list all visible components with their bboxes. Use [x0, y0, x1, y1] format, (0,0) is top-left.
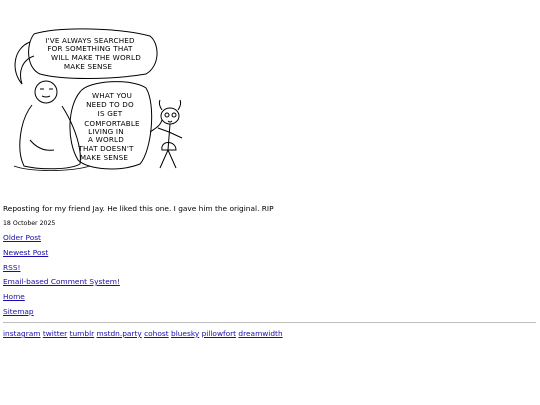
- rss-link[interactable]: RSS!: [3, 263, 20, 273]
- speech-bubble-left-tail: [14, 41, 35, 85]
- bubble-right-line-3: IS GET: [98, 109, 123, 118]
- home-link[interactable]: Home: [3, 292, 25, 302]
- bubble-right-line-1: WHAT YOU: [92, 91, 132, 100]
- bubble-right-line-8: MAKE SENSE: [80, 153, 129, 162]
- bubble-right-line-2: NEED TO DO: [86, 100, 134, 109]
- comic-image: I'VE ALWAYS SEARCHED FOR SOMETHING THAT …: [13, 28, 183, 171]
- bubble-right-line-7: THAT DOESN'T: [77, 144, 134, 153]
- social-link-cohost[interactable]: cohost: [144, 329, 169, 338]
- post-date: 18 October 2025: [3, 220, 56, 227]
- comment-system-link[interactable]: Email-based Comment System!: [3, 277, 120, 287]
- sitemap-link[interactable]: Sitemap: [3, 307, 34, 317]
- social-link-twitter[interactable]: twitter: [43, 329, 67, 338]
- social-link-tumblr[interactable]: tumblr: [70, 329, 95, 338]
- bubble-right-line-6: A WORLD: [88, 135, 124, 144]
- footer-divider: [3, 322, 536, 323]
- bubble-left-line-4: MAKE SENSE: [64, 62, 113, 71]
- social-link-pillowfort[interactable]: pillowfort: [202, 329, 236, 338]
- post-caption: Reposting for my friend Jay. He liked th…: [3, 204, 274, 213]
- bubble-left-line-2: FOR SOMETHING THAT: [47, 44, 133, 53]
- horned-figure: [157, 99, 183, 169]
- older-post-link[interactable]: Older Post: [3, 233, 41, 243]
- newest-post-link[interactable]: Newest Post: [3, 248, 48, 258]
- social-link-bluesky[interactable]: bluesky: [171, 329, 199, 338]
- social-link-mstdn-party[interactable]: mstdn.party: [97, 329, 142, 338]
- social-link-dreamwidth[interactable]: dreamwidth: [238, 329, 282, 338]
- social-link-instagram[interactable]: instagram: [3, 329, 40, 338]
- social-links: instagram twitter tumblr mstdn.party coh…: [3, 329, 283, 339]
- bubble-left-line-3: WILL MAKE THE WORLD: [51, 53, 141, 62]
